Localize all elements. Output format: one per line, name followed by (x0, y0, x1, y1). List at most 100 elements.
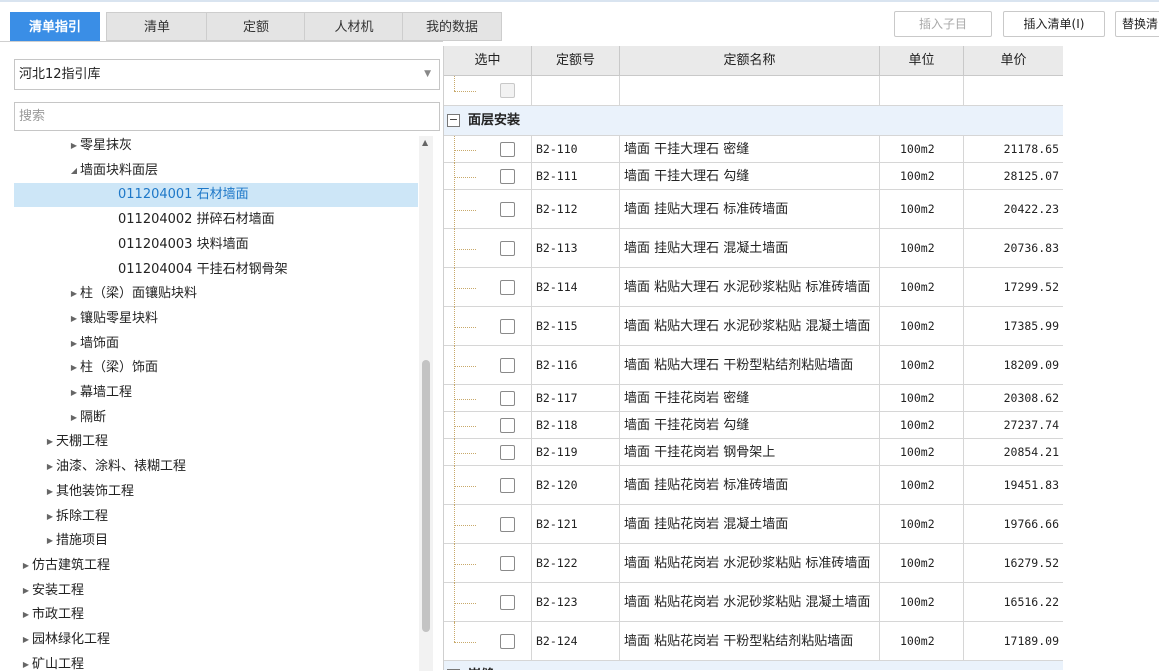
table-row[interactable]: B2-121 墙面 挂贴花岗岩 混凝土墙面 100m2 19766.66 (444, 505, 1063, 544)
col-header-unit[interactable]: 单位 (880, 46, 964, 76)
table-row[interactable]: B2-114 墙面 粘贴大理石 水泥砂浆粘贴 标准砖墙面 100m2 17299.52 (444, 268, 1063, 307)
group-row[interactable]: −嵌缝 (444, 661, 1063, 670)
row-checkbox[interactable] (500, 202, 515, 217)
col-header-code[interactable]: 定额号 (532, 46, 620, 76)
tree-node[interactable]: ▶ 镶贴零星块料 (14, 307, 418, 331)
table-row[interactable]: B2-113 墙面 挂贴大理石 混凝土墙面 100m2 20736.83 (444, 229, 1063, 268)
tree-node[interactable]: ▶ 幕墙工程 (14, 381, 418, 405)
collapse-icon[interactable]: − (447, 114, 460, 127)
insert-child-button[interactable]: 插入子目 (894, 11, 992, 37)
library-select[interactable]: 河北12指引库 ▼ (14, 59, 440, 90)
row-checkbox[interactable] (500, 83, 515, 98)
col-header-select[interactable]: 选中 (444, 46, 532, 76)
row-checkbox[interactable] (500, 478, 515, 493)
tab-quota[interactable]: 定额 (206, 12, 306, 41)
chevron-down-icon[interactable]: ▼ (424, 60, 431, 89)
row-checkbox[interactable] (500, 517, 515, 532)
tree-node-label: 仿古建筑工程 (32, 557, 111, 573)
table-row[interactable]: B2-111 墙面 干挂大理石 勾缝 100m2 28125.07 (444, 163, 1063, 190)
row-checkbox[interactable] (500, 319, 515, 334)
tree-node[interactable]: ▶ 安装工程 (14, 579, 418, 603)
tree-node[interactable]: ▶ 其他装饰工程 (14, 480, 418, 504)
row-checkbox[interactable] (500, 556, 515, 571)
tree-node[interactable]: ▶ 柱（梁）饰面 (14, 356, 418, 380)
code-cell: B2-114 (532, 268, 620, 306)
table-row[interactable]: B2-120 墙面 挂贴花岗岩 标准砖墙面 100m2 19451.83 (444, 466, 1063, 505)
tree-node[interactable]: ▶ 隔断 (14, 406, 418, 430)
scroll-up-icon[interactable]: ▲ (422, 138, 428, 147)
grid-header: 选中 定额号 定额名称 单位 单价 (444, 46, 1063, 76)
collapsed-arrow-icon[interactable]: ▶ (68, 134, 80, 158)
tab-list-guide[interactable]: 清单指引 (10, 12, 100, 41)
row-checkbox[interactable] (500, 391, 515, 406)
scrollbar-thumb[interactable] (422, 360, 430, 632)
tab-labor-material-machine[interactable]: 人材机 (304, 12, 404, 41)
row-checkbox[interactable] (500, 280, 515, 295)
library-select-value: 河北12指引库 (19, 67, 101, 82)
col-header-price[interactable]: 单价 (964, 46, 1063, 76)
search-input[interactable] (14, 102, 440, 131)
collapsed-arrow-icon[interactable]: ▶ (20, 554, 32, 578)
table-row[interactable]: B2-124 墙面 粘贴花岗岩 干粉型粘结剂粘贴墙面 100m2 17189.09 (444, 622, 1063, 661)
table-row[interactable]: B2-119 墙面 干挂花岗岩 钢骨架上 100m2 20854.21 (444, 439, 1063, 466)
tree-node[interactable]: ▶ 天棚工程 (14, 430, 418, 454)
tree-node[interactable]: ▶ 矿山工程 (14, 653, 418, 671)
table-row[interactable]: B2-110 墙面 干挂大理石 密缝 100m2 21178.65 (444, 136, 1063, 163)
table-row[interactable]: B2-116 墙面 粘贴大理石 干粉型粘结剂粘贴墙面 100m2 18209.09 (444, 346, 1063, 385)
collapsed-arrow-icon[interactable]: ▶ (20, 603, 32, 627)
table-row[interactable]: B2-123 墙面 粘贴花岗岩 水泥砂浆粘贴 混凝土墙面 100m2 16516.22 (444, 583, 1063, 622)
name-cell: 墙面 干挂花岗岩 勾缝 (620, 412, 880, 438)
collapsed-arrow-icon[interactable]: ▶ (44, 529, 56, 553)
unit-cell: 100m2 (880, 466, 964, 504)
collapsed-arrow-icon[interactable]: ▶ (44, 480, 56, 504)
row-checkbox[interactable] (500, 634, 515, 649)
expanded-arrow-icon[interactable]: ◢ (68, 159, 80, 183)
row-checkbox[interactable] (500, 445, 515, 460)
tree-node[interactable]: 011204001 石材墙面 (14, 183, 418, 208)
group-row[interactable]: − 面层安装 (444, 106, 1063, 136)
row-checkbox[interactable] (500, 241, 515, 256)
collapsed-arrow-icon[interactable]: ▶ (68, 307, 80, 331)
row-checkbox[interactable] (500, 595, 515, 610)
tree-scrollbar[interactable]: ▲ (419, 136, 433, 671)
table-row[interactable]: B2-118 墙面 干挂花岗岩 勾缝 100m2 27237.74 (444, 412, 1063, 439)
collapsed-arrow-icon[interactable]: ▶ (68, 356, 80, 380)
collapsed-arrow-icon[interactable]: ▶ (68, 381, 80, 405)
unit-cell: 100m2 (880, 136, 964, 162)
row-checkbox[interactable] (500, 418, 515, 433)
collapsed-arrow-icon[interactable]: ▶ (20, 653, 32, 671)
tree-node[interactable]: ▶ 墙饰面 (14, 332, 418, 356)
collapsed-arrow-icon[interactable]: ▶ (44, 505, 56, 529)
collapsed-arrow-icon[interactable]: ▶ (68, 282, 80, 306)
row-checkbox[interactable] (500, 358, 515, 373)
tree-node[interactable]: ▶ 市政工程 (14, 603, 418, 627)
tree-node[interactable]: ▶ 园林绿化工程 (14, 628, 418, 652)
table-row[interactable]: B2-122 墙面 粘贴花岗岩 水泥砂浆粘贴 标准砖墙面 100m2 16279.52 (444, 544, 1063, 583)
row-checkbox[interactable] (500, 142, 515, 157)
tree-node[interactable]: ▶ 零星抹灰 (14, 134, 418, 158)
row-checkbox[interactable] (500, 169, 515, 184)
tree-node[interactable]: 011204002 拼碎石材墙面 (14, 208, 418, 232)
collapsed-arrow-icon[interactable]: ▶ (20, 628, 32, 652)
tree-node[interactable]: ▶ 油漆、涂料、裱糊工程 (14, 455, 418, 479)
collapsed-arrow-icon[interactable]: ▶ (20, 579, 32, 603)
tab-my-data[interactable]: 我的数据 (402, 12, 502, 41)
collapsed-arrow-icon[interactable]: ▶ (44, 455, 56, 479)
tree-node[interactable]: ▶ 拆除工程 (14, 505, 418, 529)
tree-node[interactable]: 011204003 块料墙面 (14, 233, 418, 257)
collapsed-arrow-icon[interactable]: ▶ (68, 406, 80, 430)
collapsed-arrow-icon[interactable]: ▶ (44, 430, 56, 454)
tree-node[interactable]: ◢ 墙面块料面层 (14, 159, 418, 183)
tree-node[interactable]: 011204004 干挂石材钢骨架 (14, 258, 418, 282)
insert-list-button[interactable]: 插入清单(I) (1003, 11, 1105, 37)
replace-list-button[interactable]: 替换清 (1115, 11, 1159, 37)
tree-node[interactable]: ▶ 柱（梁）面镶贴块料 (14, 282, 418, 306)
collapsed-arrow-icon[interactable]: ▶ (68, 332, 80, 356)
tree-node[interactable]: ▶ 仿古建筑工程 (14, 554, 418, 578)
table-row[interactable]: B2-117 墙面 干挂花岗岩 密缝 100m2 20308.62 (444, 385, 1063, 412)
tree-node[interactable]: ▶ 措施项目 (14, 529, 418, 553)
table-row[interactable]: B2-115 墙面 粘贴大理石 水泥砂浆粘贴 混凝土墙面 100m2 17385.99 (444, 307, 1063, 346)
tab-list[interactable]: 清单 (106, 12, 208, 41)
table-row[interactable]: B2-112 墙面 挂贴大理石 标准砖墙面 100m2 20422.23 (444, 190, 1063, 229)
col-header-name[interactable]: 定额名称 (620, 46, 880, 76)
